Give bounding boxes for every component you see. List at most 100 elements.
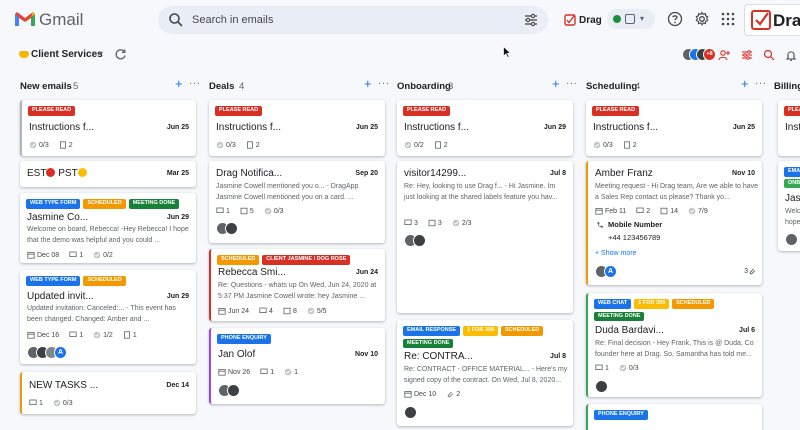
label-badge[interactable]: ONBO... [784,178,800,188]
card[interactable]: Drag Notifica... Sep 20 Jasmine Cowell m… [209,161,385,243]
avatar [227,384,240,397]
card[interactable]: WEB CHAT 1 FOR 399 SCHEDULED MEETING DON… [586,293,762,397]
card[interactable]: PLEASE READ Instructions f... Jun 25 0/3… [586,100,762,156]
card[interactable]: PHONE ENQUIRY [586,404,762,430]
label-badge[interactable]: SCHEDULED [83,276,126,286]
card-meta: 1 5 0/3 [216,207,290,215]
board-selector[interactable]: Client Services [31,49,103,60]
card[interactable]: EMAIL RESPONSE 1 FOR 399 SCHEDULED MEETI… [397,320,573,426]
card[interactable]: visitor14299... Jul 8 Re: Hey, looking t… [397,161,573,313]
search-icon[interactable] [168,12,184,28]
task-check-icon [452,219,460,227]
card[interactable]: WEB TYPE FORM SCHEDULED MEETING DONE Jas… [20,193,196,263]
column-count: 4 [635,81,641,92]
label-badge[interactable]: WEB TYPE FORM [26,199,81,209]
show-more-link[interactable]: + Show more [595,250,636,257]
task-check-icon [688,207,696,215]
comment-count: 1 [39,399,43,407]
task-check-icon [264,207,272,215]
card[interactable]: EMAIL ONBO... Jasm... Welcome... I hope … [778,161,800,251]
label-badge[interactable]: PLEASE READ [215,106,263,116]
card-title-part: EST [27,168,47,179]
label-badge[interactable]: PLEASE READ [403,106,451,116]
notifications-bell-icon[interactable] [785,49,797,61]
label-badge[interactable]: MEETING DONE [594,311,645,321]
label-badge[interactable]: WEB TYPE FORM [26,276,81,286]
more-options-icon[interactable]: ··· [378,78,390,89]
drag-brand-logo[interactable]: Drag [744,4,800,36]
help-icon[interactable] [667,11,683,27]
card-title: Instructions f... [29,122,95,133]
drag-toggle-label: Drag [579,14,602,26]
label-badge[interactable]: 1 FOR 399 [463,326,499,336]
note-count: 2 [632,141,637,149]
email-icon [428,219,436,227]
add-card-button[interactable]: + [552,77,560,90]
label-badge[interactable]: EMAIL [784,167,800,177]
label-badge[interactable]: WEB CHAT [594,299,632,309]
card[interactable]: PHONE ENQUIRY Jan Olof Nov 10 Nov 26 1 1 [209,328,385,404]
card[interactable]: PLEASE READ Instructions f... Jun 25 0/3… [209,100,385,156]
chevron-down-icon[interactable]: ▾ [99,49,103,58]
label-badge[interactable]: PHONE ENQUIRY [217,334,271,344]
column-header: New emails 5 + ··· [20,72,200,98]
board-toolbar: Client Services ▾ +8 [0,40,800,70]
task-check-icon [307,307,315,315]
label-badge[interactable]: EMAIL RESPONSE [403,326,461,336]
settings-gear-icon[interactable] [694,11,710,27]
add-user-icon[interactable] [718,49,730,61]
card[interactable]: Amber Franz Nov 10 Meeting request - Hi … [586,161,762,285]
search-bar[interactable]: Search in emails [158,6,548,34]
card-meta: 0/3 2 [29,141,79,149]
card-meta: 3 3 2/3 [404,219,478,227]
label-badge[interactable]: PLEASE READ [784,106,800,116]
card-title: visitor14299... [404,168,467,179]
label-badge[interactable]: MEETING DONE [403,338,454,348]
card[interactable]: PLEASE READ Instructions f... Jun 29 0/2… [397,100,573,156]
card-snippet: Jasmine Cowell mentioned you o... - Drag… [216,183,359,201]
add-card-button[interactable]: + [364,77,372,90]
search-icon[interactable] [763,49,775,61]
label-badge[interactable]: MEETING DONE [128,199,180,209]
label-badge[interactable]: PHONE ENQUIRY [594,410,648,420]
comment-icon [216,207,224,213]
label-badge[interactable]: SCHEDULED [501,326,544,336]
label-badge[interactable]: SCHEDULED [83,199,126,209]
column-header: Scheduling 4 + ··· [586,72,766,98]
card[interactable]: PLEASE READ Instructions f... Jun 25 0/3… [20,100,196,156]
label-badge[interactable]: 1 FOR 399 [634,299,670,309]
label-badge[interactable]: CLIENT JASMINE / DOG ROSE [262,255,351,265]
gmail-logo-icon[interactable] [14,11,36,27]
card[interactable]: NEW TASKS ... Dec 14 1 0/3 [20,372,196,414]
label-badge[interactable]: SCHEDULED [217,255,260,265]
add-card-button[interactable]: + [741,77,749,90]
more-options-icon[interactable]: ··· [189,78,201,89]
note-icon [59,141,66,149]
label-badge[interactable]: PLEASE READ [28,106,76,116]
task-count: 0/2 [414,141,424,149]
search-options-icon[interactable] [524,13,538,27]
drag-logo-icon [751,10,771,30]
drag-toggle-button[interactable]: Drag [564,10,602,30]
app-title[interactable]: Gmail [39,10,83,30]
label-badge[interactable]: SCHEDULED [672,299,715,309]
more-options-icon[interactable]: ··· [755,78,767,89]
card[interactable]: WEB TYPE FORM SCHEDULED Updated invit...… [20,270,196,364]
column-header: Deals 4 + ··· [209,72,389,98]
refresh-icon[interactable] [114,48,127,61]
search-input[interactable]: Search in emails [192,14,273,26]
avatar [785,233,798,246]
label-badge[interactable]: PLEASE READ [592,106,640,116]
filter-icon[interactable] [741,49,753,61]
card[interactable]: EST PST Mar 25 [20,161,196,187]
task-count: 0/2 [103,251,113,259]
status-dropdown[interactable]: ▾ [607,9,655,29]
comment-count: 3 [414,219,418,227]
task-count: 1 [294,368,298,376]
add-card-button[interactable]: + [175,77,183,90]
email-count: 14 [670,207,678,215]
card[interactable]: SCHEDULED CLIENT JASMINE / DOG ROSE Rebe… [209,249,385,321]
more-options-icon[interactable]: ··· [566,78,578,89]
apps-grid-icon[interactable] [720,11,736,27]
card[interactable]: PLEASE READ Instr... [778,100,800,156]
